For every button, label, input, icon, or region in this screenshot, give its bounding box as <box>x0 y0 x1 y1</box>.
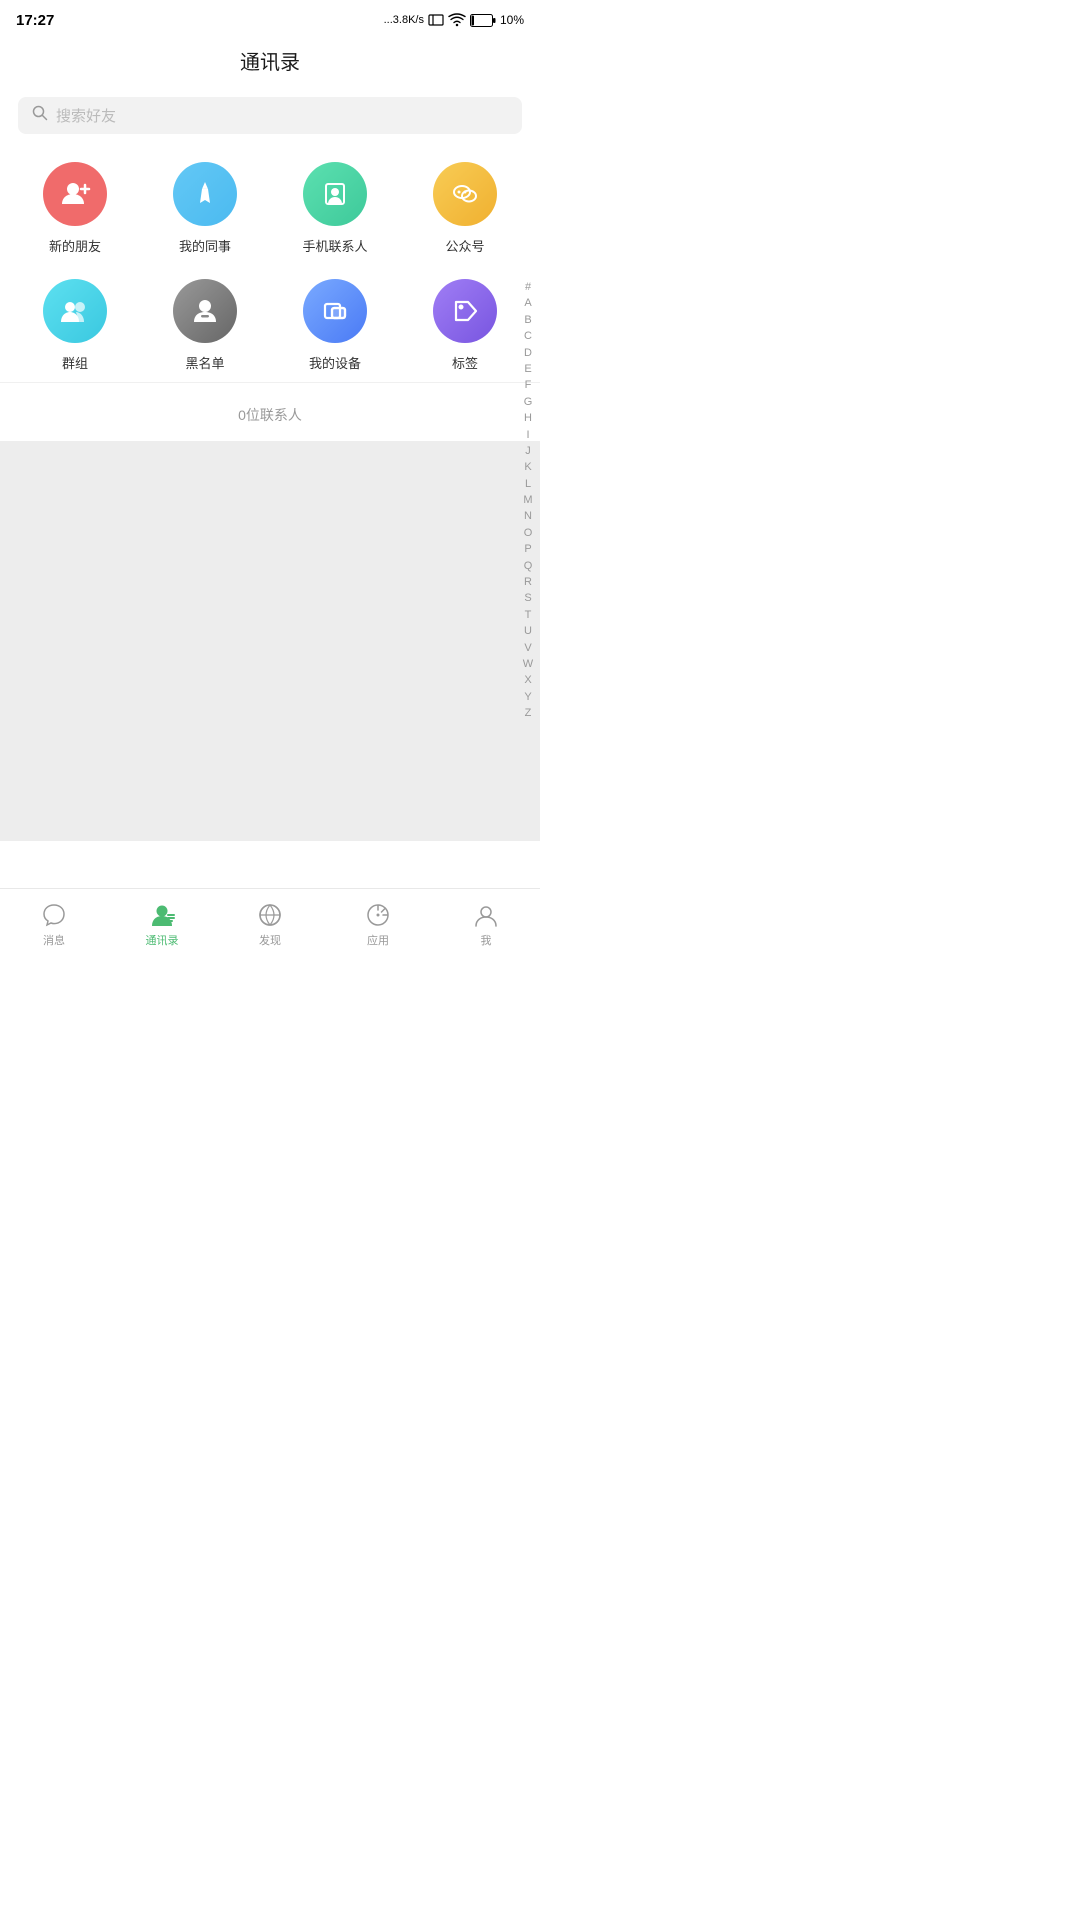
colleagues-icon-circle <box>173 162 237 226</box>
search-bar[interactable]: 搜索好友 <box>18 97 522 134</box>
groups-icon-circle <box>43 279 107 343</box>
status-right: ...3.8K/s 10% <box>384 13 524 27</box>
grid-section: 新的朋友 我的同事 手机联系人 <box>0 144 540 382</box>
alpha-X[interactable]: X <box>520 673 536 688</box>
grid-item-colleagues[interactable]: 我的同事 <box>140 162 270 255</box>
wifi-icon <box>448 13 466 27</box>
alpha-hash[interactable]: # <box>520 280 536 295</box>
grid-item-phone-contacts[interactable]: 手机联系人 <box>270 162 400 255</box>
public-account-icon-circle <box>433 162 497 226</box>
alpha-R[interactable]: R <box>520 575 536 590</box>
my-devices-icon-circle <box>303 279 367 343</box>
battery-percent: 10% <box>500 13 524 27</box>
alpha-O[interactable]: O <box>520 526 536 541</box>
status-bar: 17:27 ...3.8K/s 10% <box>0 0 540 36</box>
alpha-Z[interactable]: Z <box>520 706 536 721</box>
alpha-T[interactable]: T <box>520 608 536 623</box>
grid-item-tags[interactable]: 标签 <box>400 279 530 372</box>
tab-discover-label: 发现 <box>259 932 281 948</box>
tags-icon-circle <box>433 279 497 343</box>
messages-icon <box>40 901 68 929</box>
search-container: 搜索好友 <box>0 87 540 144</box>
alpha-C[interactable]: C <box>520 329 536 344</box>
status-time: 17:27 <box>16 12 54 29</box>
alpha-V[interactable]: V <box>520 641 536 656</box>
new-friends-label: 新的朋友 <box>49 236 101 255</box>
alpha-B[interactable]: B <box>520 313 536 328</box>
tab-apps[interactable]: 应用 <box>324 901 432 948</box>
groups-label: 群组 <box>62 353 88 372</box>
alpha-P[interactable]: P <box>520 542 536 557</box>
alpha-A[interactable]: A <box>520 296 536 311</box>
page-title: 通讯录 <box>240 52 300 74</box>
content-area: 通讯录 搜索好友 新的朋友 <box>0 36 540 888</box>
phone-contacts-icon-circle <box>303 162 367 226</box>
grid-item-new-friends[interactable]: 新的朋友 <box>10 162 140 255</box>
phone-contacts-label: 手机联系人 <box>302 236 367 255</box>
search-placeholder: 搜索好友 <box>56 105 116 126</box>
new-friends-icon-circle <box>43 162 107 226</box>
tab-bar: 消息 通讯录 发现 <box>0 888 540 960</box>
tab-contacts[interactable]: 通讯录 <box>108 901 216 948</box>
colleagues-label: 我的同事 <box>179 236 231 255</box>
blacklist-label: 黑名单 <box>185 353 224 372</box>
grid-item-public-account[interactable]: 公众号 <box>400 162 530 255</box>
grid-item-my-devices[interactable]: 我的设备 <box>270 279 400 372</box>
contacts-icon <box>148 901 176 929</box>
tab-me[interactable]: 我 <box>432 901 540 948</box>
search-icon <box>32 105 48 126</box>
empty-area <box>0 441 540 841</box>
alphabet-sidebar: # A B C D E F G H I J K L M N O P Q R S … <box>520 280 536 722</box>
tab-me-label: 我 <box>481 932 492 948</box>
me-icon <box>472 901 500 929</box>
tab-apps-label: 应用 <box>367 932 389 948</box>
alpha-D[interactable]: D <box>520 346 536 361</box>
alpha-J[interactable]: J <box>520 444 536 459</box>
alpha-N[interactable]: N <box>520 509 536 524</box>
alpha-Q[interactable]: Q <box>520 559 536 574</box>
alpha-E[interactable]: E <box>520 362 536 377</box>
blacklist-icon-circle <box>173 279 237 343</box>
public-account-label: 公众号 <box>445 236 484 255</box>
alpha-H[interactable]: H <box>520 411 536 426</box>
apps-icon <box>364 901 392 929</box>
contact-count: 0位联系人 <box>0 382 540 441</box>
alpha-I[interactable]: I <box>520 428 536 443</box>
grid-item-blacklist[interactable]: 黑名单 <box>140 279 270 372</box>
tab-contacts-label: 通讯录 <box>146 932 179 948</box>
alpha-G[interactable]: G <box>520 395 536 410</box>
alpha-S[interactable]: S <box>520 591 536 606</box>
discover-icon <box>256 901 284 929</box>
tab-discover[interactable]: 发现 <box>216 901 324 948</box>
battery-icon <box>470 14 496 27</box>
alpha-Y[interactable]: Y <box>520 690 536 705</box>
alpha-F[interactable]: F <box>520 378 536 393</box>
alpha-K[interactable]: K <box>520 460 536 475</box>
tab-messages-label: 消息 <box>43 932 65 948</box>
alpha-U[interactable]: U <box>520 624 536 639</box>
alpha-M[interactable]: M <box>520 493 536 508</box>
alpha-L[interactable]: L <box>520 477 536 492</box>
network-speed: ...3.8K/s <box>384 14 424 26</box>
page-header: 通讯录 <box>0 36 540 87</box>
grid-item-groups[interactable]: 群组 <box>10 279 140 372</box>
sim-icon <box>428 14 444 26</box>
alpha-W[interactable]: W <box>520 657 536 672</box>
tab-messages[interactable]: 消息 <box>0 901 108 948</box>
tags-label: 标签 <box>452 353 478 372</box>
my-devices-label: 我的设备 <box>309 353 361 372</box>
